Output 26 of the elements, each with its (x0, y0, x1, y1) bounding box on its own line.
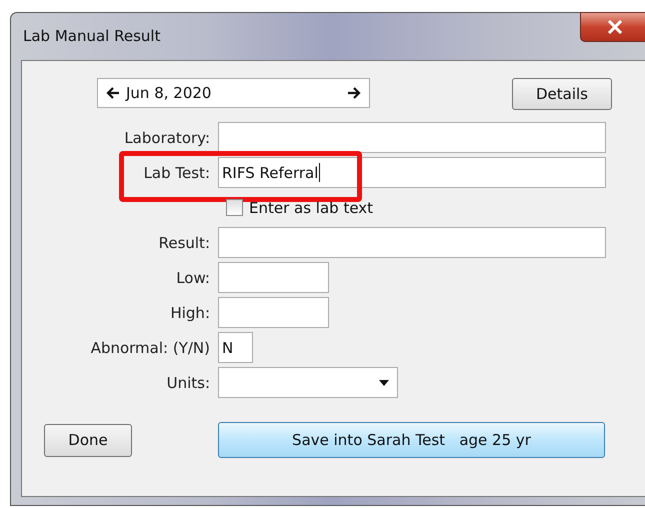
left-arrow-icon[interactable] (106, 86, 120, 98)
close-icon (607, 20, 623, 34)
field-label: Low: (175, 268, 211, 286)
window-title: Lab Manual Result (23, 27, 160, 45)
close-button[interactable] (580, 12, 645, 42)
input-field[interactable] (218, 262, 329, 293)
input-field[interactable] (218, 227, 606, 258)
input-field[interactable] (218, 297, 329, 328)
done-button[interactable]: Done (44, 424, 132, 456)
field-label: Result: (158, 234, 211, 252)
field-label: Abnormal: (Y/N) (90, 338, 211, 356)
field-label: High: (169, 304, 211, 322)
field-label: Lab Test: (142, 164, 211, 182)
units-dropdown[interactable] (218, 367, 398, 398)
caret-icon (379, 380, 389, 386)
right-arrow-icon[interactable] (347, 86, 361, 98)
input-field[interactable] (218, 122, 606, 153)
input-field[interactable]: N (218, 332, 253, 363)
date-text: Jun 8, 2020 (126, 84, 212, 102)
checkbox-label: Enter as lab text (249, 198, 374, 216)
save-button[interactable]: Save into Sarah Test age 25 yr (218, 422, 605, 458)
checkbox[interactable] (226, 199, 243, 216)
field-label: Laboratory: (123, 128, 211, 146)
input-field[interactable]: RIFS Referral (218, 157, 606, 188)
details-button[interactable]: Details (512, 78, 612, 110)
field-label: Units: (166, 374, 211, 392)
